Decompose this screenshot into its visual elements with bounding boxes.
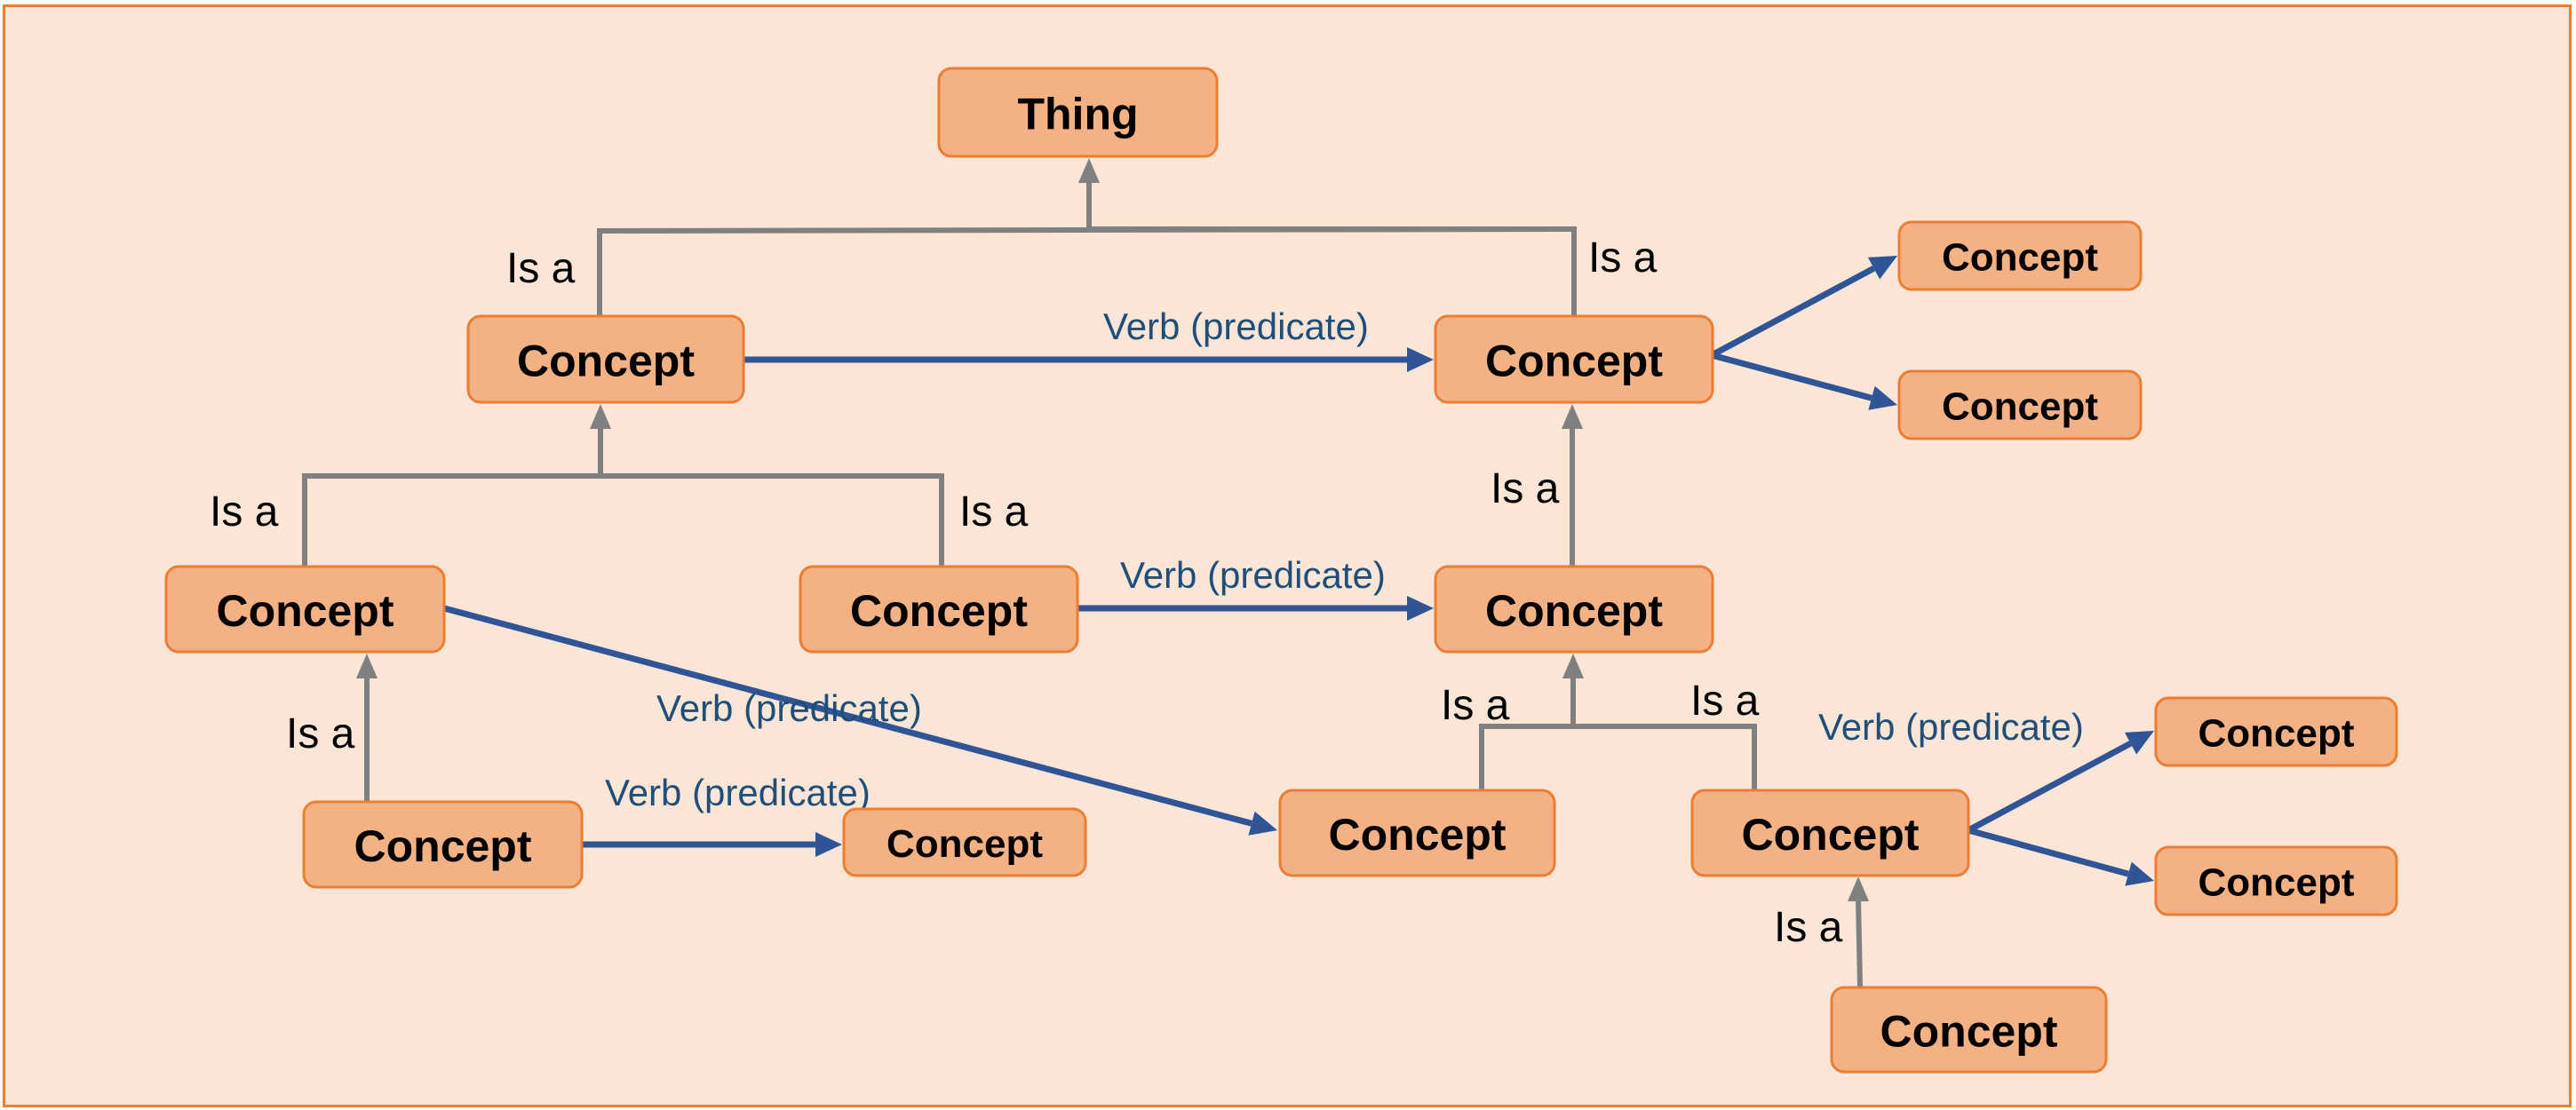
node-label: Concept: [2198, 861, 2355, 905]
verb-connector: [1711, 352, 1872, 401]
node-label: Concept: [1942, 236, 2098, 280]
isa-connector: [1856, 897, 1863, 988]
node-label: Concept: [517, 337, 695, 386]
node-label: Thing: [1017, 90, 1138, 139]
node-concept[interactable]: Concept: [302, 800, 584, 889]
isa-label: Is a: [1441, 682, 1510, 729]
verb-arrowhead-icon: [1868, 385, 1897, 410]
verb-arrowhead-icon: [1407, 596, 1434, 621]
isa-label: Is a: [1690, 678, 1760, 725]
isa-label: Is a: [286, 710, 355, 757]
verb-arrowhead-icon: [1248, 811, 1277, 836]
verb-label: Verb (predicate): [605, 772, 871, 813]
isa-label: Is a: [1588, 234, 1658, 281]
node-label: Concept: [1942, 385, 2098, 429]
node-label: Concept: [886, 822, 1043, 866]
node-label: Concept: [2198, 712, 2355, 756]
node-label: Concept: [217, 586, 394, 636]
isa-label: Is a: [210, 488, 279, 535]
node-label: Concept: [354, 821, 532, 871]
isa-arrowhead-icon: [590, 404, 611, 429]
node-concept[interactable]: Concept: [1434, 314, 1714, 404]
isa-connector: [1086, 179, 1577, 316]
isa-arrowhead-icon: [1848, 876, 1869, 901]
verb-arrowhead-icon: [1407, 347, 1434, 372]
node-concept[interactable]: Concept: [2154, 696, 2398, 767]
node-concept[interactable]: Concept: [1897, 369, 2143, 440]
isa-label: Is a: [959, 488, 1029, 535]
verb-arrowhead-icon: [2125, 861, 2154, 886]
node-concept[interactable]: Concept: [1830, 986, 2108, 1074]
isa-connector: [302, 473, 944, 567]
isa-arrowhead-icon: [1562, 404, 1583, 429]
node-concept[interactable]: Concept: [1897, 220, 2143, 291]
node-thing[interactable]: Thing: [937, 67, 1219, 158]
node-label: Concept: [1742, 810, 1920, 860]
isa-connector: [597, 226, 1573, 316]
node-concept[interactable]: Concept: [799, 565, 1079, 654]
verb-label: Verb (predicate): [1103, 305, 1369, 347]
verb-connector: [1967, 741, 2133, 834]
node-concept[interactable]: Concept: [164, 565, 446, 654]
node-label: Concept: [1485, 586, 1663, 636]
node-concept[interactable]: Concept: [1690, 789, 1970, 877]
node-concept[interactable]: Concept: [1434, 565, 1714, 654]
verb-label: Verb (predicate): [656, 687, 922, 729]
verb-connector: [1968, 827, 2129, 877]
node-label: Concept: [1485, 337, 1663, 386]
node-concept[interactable]: Concept: [2154, 845, 2398, 916]
verb-arrowhead-icon: [815, 832, 842, 857]
verb-label: Verb (predicate): [1120, 554, 1386, 596]
node-concept[interactable]: Concept: [842, 807, 1087, 877]
isa-arrowhead-icon: [1562, 654, 1584, 678]
node-label: Concept: [1329, 810, 1507, 860]
isa-label: Is a: [506, 245, 576, 292]
isa-arrowhead-icon: [356, 654, 378, 678]
isa-label: Is a: [1491, 465, 1560, 512]
node-concept[interactable]: Concept: [466, 314, 745, 404]
verb-connector: [1710, 266, 1876, 359]
node-label: Concept: [1880, 1007, 2058, 1057]
concept-hierarchy-diagram: Is a Is a Is a Is a Is a Is a Is a Is a Is a Verb…: [164, 67, 2398, 1074]
verb-label: Verb (predicate): [1818, 706, 2084, 748]
node-label: Concept: [850, 586, 1028, 636]
isa-connector: [1479, 724, 1757, 790]
isa-label: Is a: [1774, 904, 1843, 951]
node-concept[interactable]: Concept: [1278, 789, 1556, 877]
isa-arrowhead-icon: [1078, 158, 1100, 183]
